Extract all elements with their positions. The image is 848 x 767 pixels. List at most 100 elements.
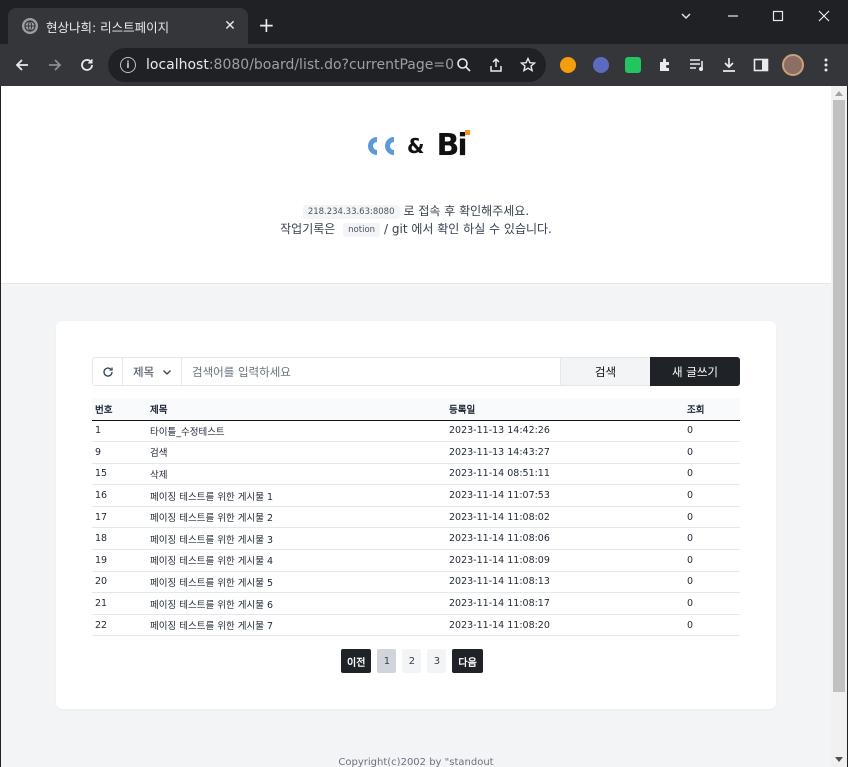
- cell-title[interactable]: 페이징 테스트를 위한 게시물 4: [147, 549, 446, 572]
- page-viewport: & Bi 218.234.33.63:8080 로 접속 후 확인해주세요. 작업…: [1, 86, 831, 767]
- table-row[interactable]: 19 페이징 테스트를 위한 게시물 4 2023-11-14 11:08:09 0: [92, 549, 740, 572]
- notice-line-1: 218.234.33.63:8080 로 접속 후 확인해주세요.: [1, 202, 831, 219]
- page-scrollbar[interactable]: [831, 86, 847, 767]
- select-value: 제목: [133, 364, 155, 379]
- server-address-code: 218.234.33.63:8080: [302, 204, 400, 219]
- share-icon[interactable]: [488, 57, 504, 73]
- cell-number: 9: [92, 441, 147, 464]
- back-icon[interactable]: [10, 53, 34, 77]
- extension-person-icon[interactable]: [560, 57, 576, 73]
- tab-search-icon[interactable]: [666, 4, 706, 28]
- new-tab-icon[interactable]: +: [258, 14, 275, 36]
- cell-title[interactable]: 페이징 테스트를 위한 게시물 3: [147, 527, 446, 551]
- table-row[interactable]: 9 검색 2023-11-13 14:43:27 0: [92, 441, 740, 464]
- chevron-down-icon: [163, 369, 172, 375]
- scroll-down-icon[interactable]: [835, 757, 843, 762]
- address-bar[interactable]: i localhost:8080/board/list.do?currentPa…: [108, 48, 546, 82]
- page-button-1[interactable]: 1: [377, 649, 397, 673]
- cell-date: 2023-11-14 11:08:09: [446, 549, 684, 572]
- cell-title[interactable]: 페이징 테스트를 위한 게시물 2: [147, 506, 446, 529]
- extension-play-icon[interactable]: [625, 57, 641, 73]
- profile-avatar[interactable]: [782, 54, 804, 76]
- window-close-icon[interactable]: [804, 4, 844, 28]
- notice-line-2-prefix: 작업기록은: [280, 222, 336, 236]
- minimize-icon[interactable]: [713, 4, 753, 28]
- cell-number: 16: [92, 484, 147, 507]
- menu-kebab-icon[interactable]: [818, 57, 834, 73]
- forward-icon[interactable]: [43, 53, 67, 77]
- zoom-search-icon[interactable]: [456, 57, 472, 73]
- column-header-date: 등록일: [446, 398, 684, 421]
- url-host: localhost: [146, 57, 209, 73]
- browser-tab[interactable]: 현상나희: 리스트페이지 ✕: [8, 8, 248, 44]
- notice-line-2-text: / git 에서 확인 하실 수 있습니다.: [384, 222, 552, 236]
- cell-date: 2023-11-14 11:08:02: [446, 506, 684, 529]
- logo-quote-mark: [368, 136, 394, 155]
- logo-bi-text: Bi: [436, 128, 467, 163]
- new-post-button[interactable]: 새 글쓰기: [650, 357, 740, 386]
- side-panel-icon[interactable]: [753, 57, 769, 73]
- tab-close-icon[interactable]: ✕: [222, 18, 238, 34]
- scroll-up-icon[interactable]: [835, 91, 843, 96]
- site-info-icon[interactable]: i: [120, 57, 136, 73]
- pagination: 이전 1 2 3 다음: [341, 649, 483, 673]
- browser-tabstrip: 현상나희: 리스트페이지 ✕ +: [0, 0, 848, 44]
- logo-ampersand: &: [407, 133, 425, 158]
- cell-title[interactable]: 검색: [147, 441, 446, 464]
- table-row[interactable]: 20 페이징 테스트를 위한 게시물 5 2023-11-14 11:08:13 0: [92, 571, 740, 594]
- cell-number: 15: [92, 463, 147, 486]
- table-row[interactable]: 18 페이징 테스트를 위한 게시물 3 2023-11-14 11:08:06 0: [92, 527, 740, 551]
- page-button-2[interactable]: 2: [402, 649, 422, 673]
- page-header: & Bi 218.234.33.63:8080 로 접속 후 확인해주세요. 작업…: [1, 86, 831, 284]
- cell-title[interactable]: 삭제: [147, 463, 446, 486]
- notice-line-2: 작업기록은 notion / git 에서 확인 하실 수 있습니다.: [1, 220, 831, 237]
- cell-date: 2023-11-14 11:08:20: [446, 614, 684, 637]
- table-body: 1 타이틀_수정테스트 2023-11-13 14:42:26 0 9 검색 2023-11…: [92, 420, 740, 637]
- table-row[interactable]: 1 타이틀_수정테스트 2023-11-13 14:42:26 0: [92, 420, 740, 443]
- search-input[interactable]: [182, 358, 560, 385]
- board-table: 번호 제목 등록일 조회 1 타이틀_수정테스트 2023-11-13 14:42:…: [92, 398, 740, 637]
- table-row[interactable]: 15 삭제 2023-11-14 08:51:11 0: [92, 463, 740, 486]
- next-page-button[interactable]: 다음: [452, 649, 483, 673]
- search-button[interactable]: 검색: [560, 358, 650, 385]
- scrollbar-thumb[interactable]: [833, 100, 845, 692]
- search-field-select[interactable]: 제목: [123, 358, 182, 385]
- cell-title[interactable]: 페이징 테스트를 위한 게시물 7: [147, 614, 446, 637]
- table-row[interactable]: 22 페이징 테스트를 위한 게시물 7 2023-11-14 11:08:20 0: [92, 614, 740, 637]
- url-path: :8080/board/list.do?currentPage=0: [208, 57, 454, 73]
- column-header-views: 조회: [684, 398, 740, 421]
- notion-code[interactable]: notion: [343, 222, 381, 237]
- media-control-icon[interactable]: [689, 57, 705, 73]
- cell-date: 2023-11-14 11:08:13: [446, 571, 684, 594]
- cell-title[interactable]: 페이징 테스트를 위한 게시물 6: [147, 592, 446, 615]
- cell-date: 2023-11-14 11:07:53: [446, 484, 684, 507]
- cell-views: 0: [684, 484, 740, 507]
- cell-title[interactable]: 페이징 테스트를 위한 게시물 5: [147, 571, 446, 594]
- extensions-puzzle-icon[interactable]: [657, 57, 673, 73]
- cell-views: 0: [684, 614, 740, 637]
- cell-views: 0: [684, 506, 740, 529]
- page-button-3[interactable]: 3: [427, 649, 447, 673]
- bookmark-star-icon[interactable]: [520, 57, 536, 73]
- reload-icon[interactable]: [75, 53, 99, 77]
- cell-date: 2023-11-13 14:42:26: [446, 420, 684, 443]
- cell-views: 0: [684, 420, 740, 443]
- refresh-button[interactable]: [93, 358, 123, 385]
- cell-number: 22: [92, 614, 147, 637]
- table-row[interactable]: 16 페이징 테스트를 위한 게시물 1 2023-11-14 11:07:53 0: [92, 484, 740, 507]
- refresh-icon: [102, 366, 113, 377]
- prev-page-button[interactable]: 이전: [341, 649, 372, 673]
- extension-bolt-icon[interactable]: [593, 57, 609, 73]
- download-icon[interactable]: [721, 57, 737, 73]
- cell-views: 0: [684, 549, 740, 572]
- column-header-number: 번호: [92, 398, 147, 421]
- table-row[interactable]: 17 페이징 테스트를 위한 게시물 2 2023-11-14 11:08:02 0: [92, 506, 740, 529]
- cell-views: 0: [684, 463, 740, 486]
- cell-title[interactable]: 타이틀_수정테스트: [147, 420, 446, 443]
- cell-views: 0: [684, 571, 740, 594]
- maximize-icon[interactable]: [758, 4, 798, 28]
- table-row[interactable]: 21 페이징 테스트를 위한 게시물 6 2023-11-14 11:08:17 0: [92, 592, 740, 615]
- column-header-title: 제목: [147, 398, 446, 421]
- site-logo[interactable]: & Bi: [363, 128, 470, 163]
- cell-title[interactable]: 페이징 테스트를 위한 게시물 1: [147, 484, 446, 507]
